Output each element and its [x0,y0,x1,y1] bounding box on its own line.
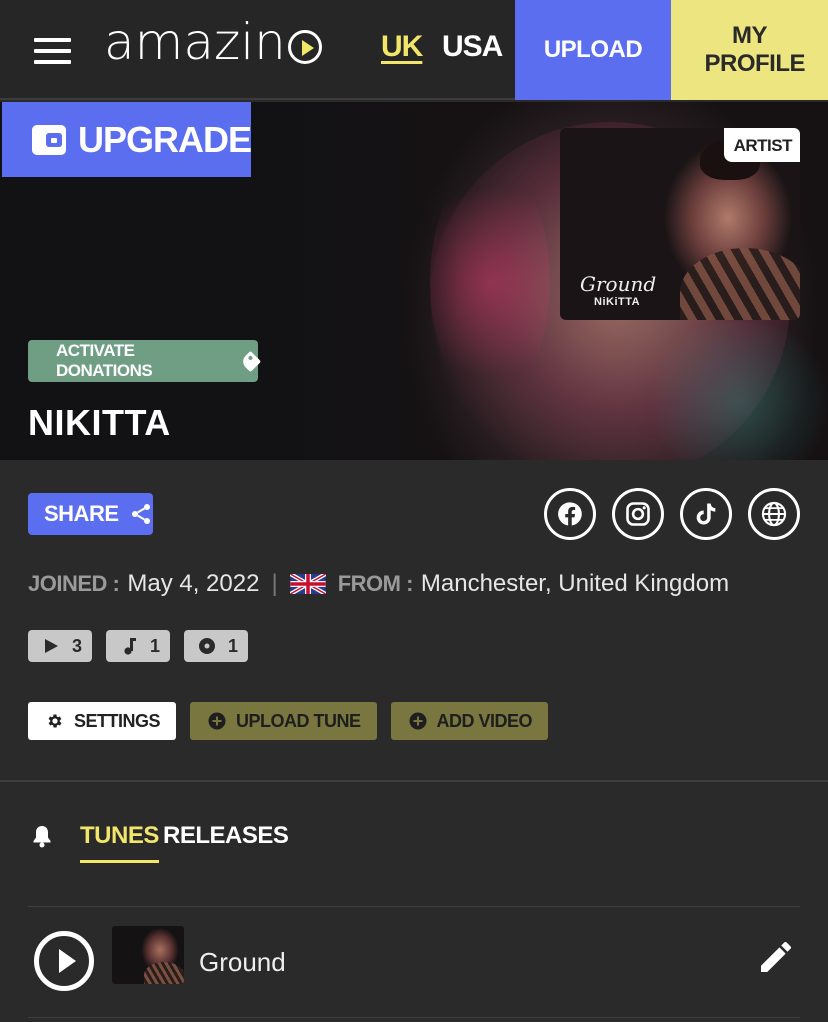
uk-flag-icon [289,574,326,594]
releases-count-badge: 1 [184,630,249,662]
artwork-artist: NiKiTTA [594,296,641,308]
add-video-label: ADD VIDEO [436,710,533,731]
logo-play-icon [287,30,322,64]
amazing-logo[interactable]: amazin [104,14,322,84]
add-video-button[interactable]: ADD VIDEO [390,702,549,740]
track-row[interactable]: Ground [0,907,828,1017]
tunes-count-badge: 1 [106,630,171,662]
joined-label: JOINED : [28,571,120,596]
facebook-glyph [558,502,582,526]
artist-badge: ARTIST [723,128,800,162]
tunes-count: 1 [150,635,161,656]
plus-circle-icon [208,712,226,730]
list-divider [28,1017,800,1018]
upload-tune-label: UPLOAD TUNE [236,710,361,731]
gear-icon [48,714,62,728]
globe-glyph [761,501,787,527]
featured-artwork[interactable]: ARTIST Ground NiKiTTA [560,128,800,320]
instagram-icon[interactable] [612,488,664,540]
tiktok-glyph [696,503,716,525]
plays-count: 3 [72,635,83,656]
artwork-figure [680,248,800,320]
logo-text: amazin [104,13,286,71]
tiktok-icon[interactable] [680,488,732,540]
donate-label: ACTIVATE DONATIONS [56,341,153,380]
plus-circle-icon [409,712,427,730]
upgrade-button[interactable]: UPGRADE [2,102,252,177]
country-usa-link[interactable]: USA [442,30,503,64]
play-icon [45,639,58,653]
bell-icon[interactable] [31,824,53,848]
tab-releases[interactable]: RELEASES [163,822,289,850]
my-profile-label: MY PROFILE [704,22,806,77]
wallet-icon [32,124,66,155]
top-navigation-bar: amazin UK USA UPLOAD MY PROFILE [0,0,828,100]
settings-label: SETTINGS [74,710,161,731]
upload-button[interactable]: UPLOAD [515,0,671,100]
track-title[interactable]: Ground [199,947,286,978]
instagram-glyph [626,502,650,526]
country-uk-link[interactable]: UK [381,30,423,64]
artist-name: NIKITTA [28,402,171,443]
content-tabs: TUNES RELEASES [0,784,828,906]
plays-count-badge: 3 [28,630,93,662]
from-label: FROM : [337,571,414,596]
track-play-button[interactable] [34,931,94,991]
profile-hero-banner: UPGRADE ARTIST Ground NiKiTTA ACTIVATE D… [0,102,828,460]
tab-tunes[interactable]: TUNES [80,822,159,863]
settings-button[interactable]: SETTINGS [28,702,177,740]
profile-actions: SETTINGS UPLOAD TUNE ADD VIDEO [28,702,562,740]
profile-stats: 3 1 1 [28,630,262,662]
share-label: SHARE [44,501,119,526]
website-icon[interactable] [748,488,800,540]
activate-donations-button[interactable]: ACTIVATE DONATIONS [28,340,262,382]
hamburger-menu-icon[interactable] [34,38,71,64]
disc-icon [199,638,216,654]
share-icon [131,504,150,524]
tag-icon [240,350,262,372]
thumbnail-figure [144,962,184,984]
upload-tune-button[interactable]: UPLOAD TUNE [190,702,377,740]
profile-meta: JOINED : May 4, 2022 | FROM : Manchester… [28,570,729,598]
joined-date: May 4, 2022 [127,570,260,597]
track-thumbnail[interactable] [112,926,184,984]
pencil-edit-icon[interactable] [756,937,796,977]
location-value: Manchester, United Kingdom [420,570,730,597]
music-note-icon [124,638,137,655]
profile-info-section: SHARE JOINED : May 4, 2022 | FROM : Manc… [0,460,828,782]
upgrade-label: UPGRADE [77,118,252,160]
my-profile-button[interactable]: MY PROFILE [671,0,828,100]
share-button[interactable]: SHARE [28,493,153,535]
facebook-icon[interactable] [544,488,596,540]
meta-separator: | [271,570,278,597]
releases-count: 1 [228,635,239,656]
artwork-title: Ground [580,272,657,296]
